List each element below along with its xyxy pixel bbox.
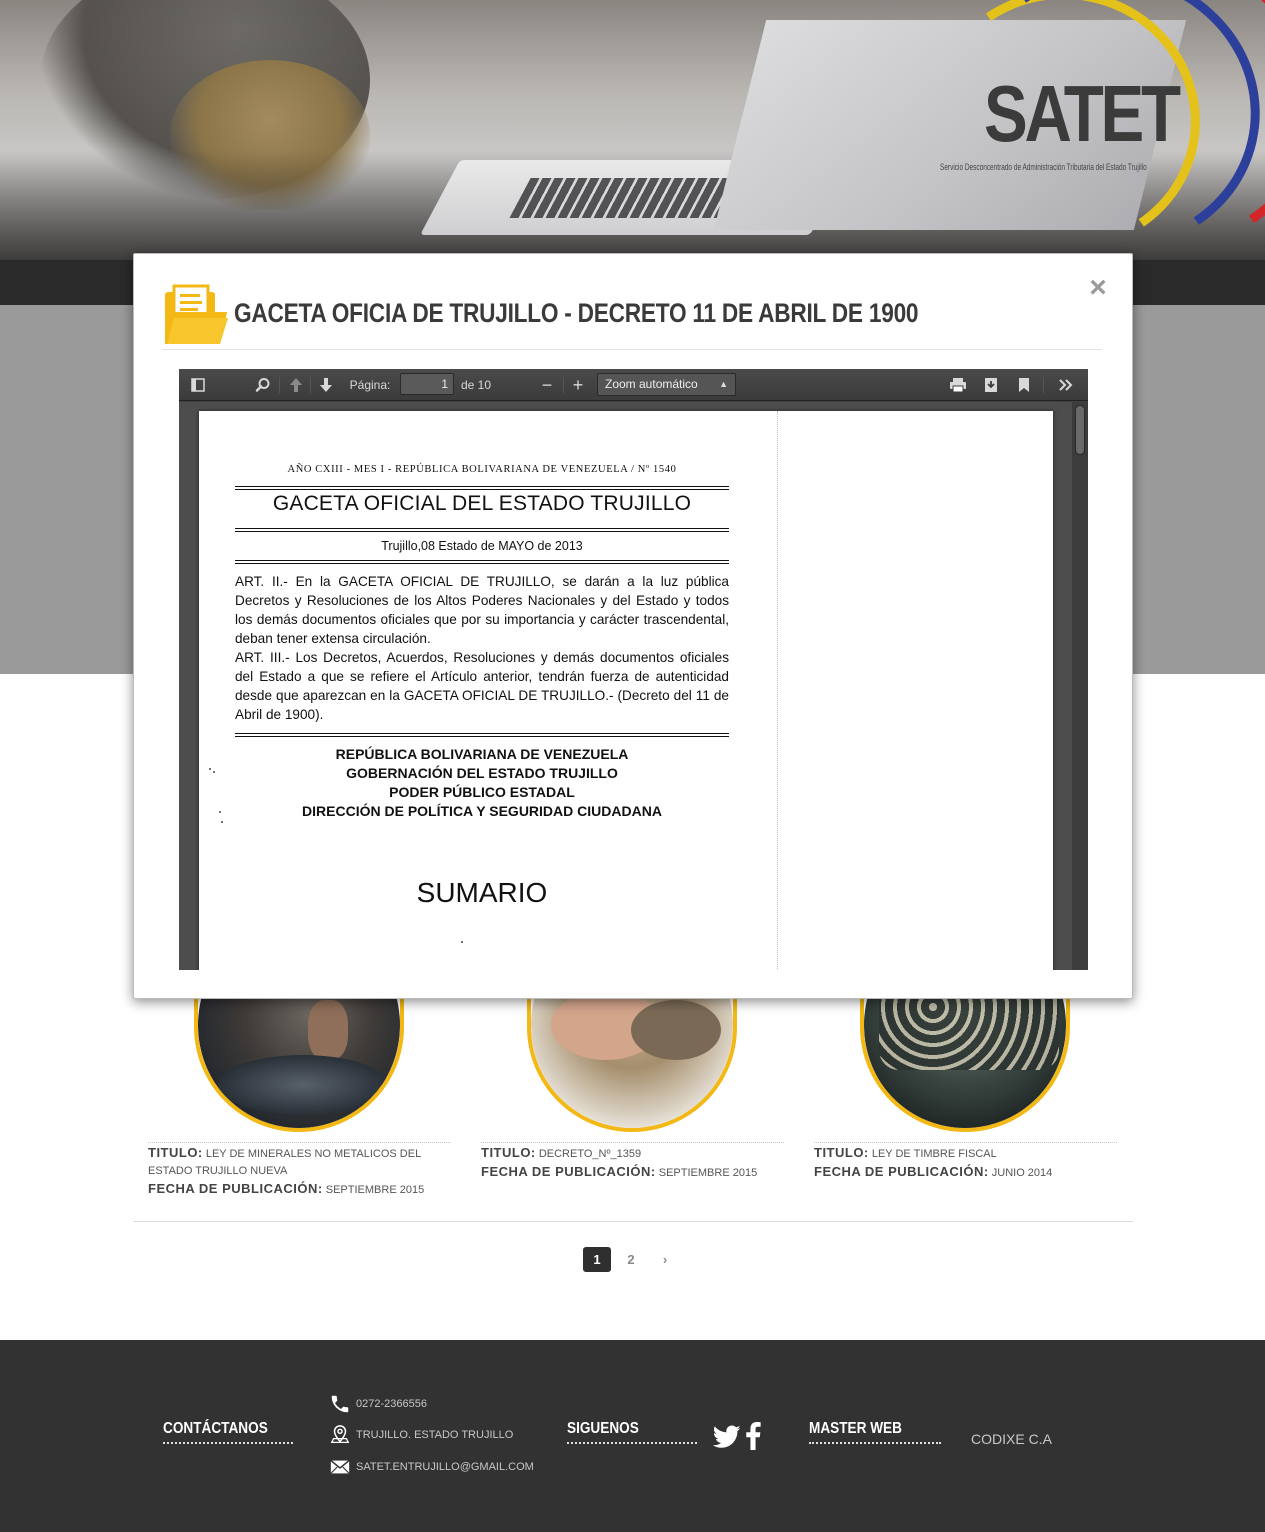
facebook-icon[interactable] (745, 1422, 761, 1450)
doc-rule (235, 528, 729, 529)
footer-phone[interactable]: 0272-2366556 (356, 1398, 427, 1410)
footer-master-heading: MASTER WEB (809, 1420, 902, 1437)
card-date-key: FECHA DE PUBLICACIÓN: (481, 1164, 656, 1179)
card-divider (148, 1142, 451, 1143)
zoom-out-button[interactable]: − (538, 375, 556, 395)
doc-rule (235, 733, 729, 734)
gazette-date: Trujillo,08 Estado de MAYO de 2013 (381, 539, 583, 553)
header-banner: SATET Servicio Desconcentrado de Adminis… (0, 0, 1265, 260)
card-title-key: TITULO: (814, 1145, 869, 1160)
page-link-1[interactable]: 1 (583, 1247, 611, 1272)
page-number-input[interactable]: 1 (400, 373, 454, 395)
arrow-down-icon[interactable] (317, 375, 335, 395)
sumario-heading: SUMARIO (416, 877, 548, 908)
search-icon[interactable] (254, 375, 272, 395)
doc-rule (235, 486, 729, 487)
footer-email[interactable]: SATET.ENTRUJILLO@GMAIL.COM (356, 1461, 534, 1473)
toolbar-divider (310, 377, 311, 393)
card-date-key: FECHA DE PUBLICACIÓN: (148, 1181, 323, 1196)
doc-rule (235, 489, 729, 490)
site-footer: CONTÁCTANOS 0272-2366556 TRUJILLO. ESTAD… (0, 1340, 1265, 1532)
card-date: SEPTIEMBRE 2015 (325, 1184, 425, 1196)
doc-rule (235, 563, 729, 564)
document-modal: × GACETA OFICIA DE TRUJILLO - DECRETO 11… (133, 253, 1133, 999)
bookmark-icon[interactable] (1016, 375, 1032, 395)
footer-address: TRUJILLO. ESTADO TRUJILLO (356, 1429, 514, 1441)
twitter-icon[interactable] (713, 1425, 741, 1449)
folder-document-icon (165, 284, 228, 344)
authority-line: DIRECCIÓN DE POLÍTICA Y SEGURIDAD CIUDAD… (302, 803, 662, 819)
page-next-link[interactable]: › (651, 1247, 679, 1272)
doc-rule (235, 560, 729, 561)
site-logo[interactable]: SATET (984, 74, 1181, 154)
footer-heading-underline (567, 1442, 697, 1444)
site-logo-subtitle: Servicio Desconcentrado de Administració… (940, 162, 1147, 172)
zoom-select[interactable]: Zoom automático ▲ (597, 373, 736, 396)
gazette-header-line: AÑO CXIII - MES I - REPÚBLICA BOLIVARIAN… (287, 464, 677, 475)
card-date-key: FECHA DE PUBLICACIÓN: (814, 1164, 989, 1179)
scan-artifact-line (777, 411, 778, 970)
card-meta: TITULO: DECRETO_Nº_1359 FECHA DE PUBLICA… (481, 1144, 784, 1182)
page-total: de 10 (460, 378, 492, 392)
modal-title: GACETA OFICIA DE TRUJILLO - DECRETO 11 D… (234, 298, 919, 328)
authority-line: PODER PÚBLICO ESTADAL (389, 784, 575, 800)
gazette-title: GACETA OFICIAL DEL ESTADO TRUJILLO (272, 492, 692, 515)
card-title-key: TITULO: (148, 1145, 203, 1160)
select-caret-icon: ▲ (719, 379, 728, 389)
phone-icon (331, 1395, 349, 1413)
footer-contact-heading: CONTÁCTANOS (163, 1420, 268, 1437)
toolbar-divider (1043, 377, 1044, 393)
card-date: SEPTIEMBRE 2015 (658, 1167, 758, 1179)
article-iii: ART. III.- Los Decretos, Acuerdos, Resol… (235, 650, 729, 722)
card-divider (814, 1142, 1117, 1143)
sidebar-toggle-icon[interactable] (189, 375, 207, 395)
footer-follow-heading: SIGUENOS (567, 1420, 639, 1437)
card-title: LEY DE TIMBRE FISCAL (871, 1148, 997, 1160)
card-title: DECRETO_Nº_1359 (538, 1148, 642, 1160)
pdf-toolbar: Página: 1 de 10 − + Zoom automático ▲ (179, 369, 1088, 401)
zoom-in-button[interactable]: + (569, 375, 587, 395)
card-date: JUNIO 2014 (991, 1167, 1053, 1179)
gazette-articles: ART. II.- En la GACETA OFICIAL DE TRUJIL… (235, 572, 729, 724)
doc-rule (235, 736, 729, 737)
pdf-page: AÑO CXIII - MES I - REPÚBLICA BOLIVARIAN… (199, 411, 1053, 970)
issuing-authority: REPÚBLICA BOLIVARIANA DE VENEZUELA GOBER… (235, 745, 729, 821)
pagination: 1 2 › (583, 1247, 679, 1272)
article-ii: ART. II.- En la GACETA OFICIAL DE TRUJIL… (235, 574, 729, 646)
modal-title-divider (162, 349, 1102, 350)
mail-icon (330, 1460, 350, 1474)
map-pin-icon (330, 1425, 350, 1443)
zoom-select-value: Zoom automático (605, 377, 698, 391)
arrow-up-icon[interactable] (287, 375, 305, 395)
card-meta: TITULO: LEY DE TIMBRE FISCAL FECHA DE PU… (814, 1144, 1117, 1182)
page-label: Página: (349, 378, 391, 392)
viewer-scrollbar[interactable] (1072, 402, 1088, 970)
footer-heading-underline (163, 1442, 293, 1444)
card-divider (481, 1142, 784, 1143)
card-meta: TITULO: LEY DE MINERALES NO METALICOS DE… (148, 1144, 451, 1199)
doc-rule (235, 531, 729, 532)
modal-close-button[interactable]: × (1086, 273, 1110, 303)
pdf-viewport[interactable]: AÑO CXIII - MES I - REPÚBLICA BOLIVARIAN… (179, 402, 1088, 970)
toolbar-divider (563, 377, 564, 393)
print-icon[interactable] (948, 375, 968, 395)
content-separator (133, 1221, 1133, 1222)
page-link-2[interactable]: 2 (617, 1247, 645, 1272)
double-chevron-right-icon[interactable] (1057, 375, 1075, 395)
toolbar-divider (279, 377, 280, 393)
authority-line: GOBERNACIÓN DEL ESTADO TRUJILLO (346, 765, 618, 781)
pdf-viewer: Página: 1 de 10 − + Zoom automático ▲ AÑ… (179, 369, 1088, 970)
scrollbar-thumb[interactable] (1075, 405, 1085, 455)
footer-master-value[interactable]: CODIXE C.A (971, 1431, 1052, 1447)
download-icon[interactable] (982, 375, 1000, 395)
footer-heading-underline (809, 1442, 941, 1444)
authority-line: REPÚBLICA BOLIVARIANA DE VENEZUELA (335, 746, 629, 762)
card-title-key: TITULO: (481, 1145, 536, 1160)
